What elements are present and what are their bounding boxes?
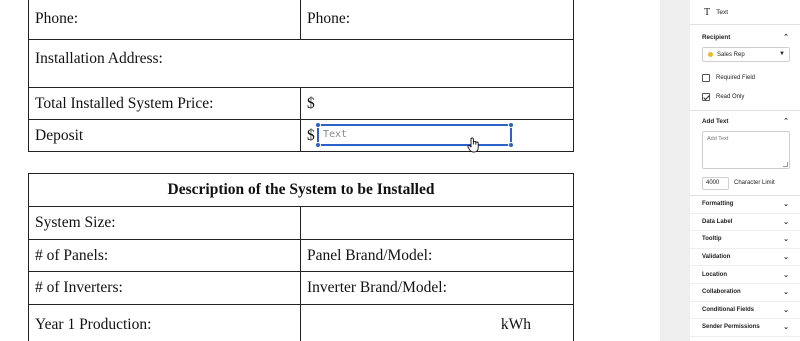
section-data-label[interactable]: Data Label ⌄ — [690, 214, 800, 232]
chevron-down-icon: ⌄ — [783, 271, 789, 279]
resize-handle[interactable] — [508, 122, 514, 128]
required-field-label: Required Field — [716, 74, 756, 81]
section-label: Data Label — [702, 218, 733, 225]
section-tooltip[interactable]: Tooltip ⌄ — [690, 231, 800, 249]
character-limit-label: Character Limit — [734, 180, 775, 186]
add-text-section-header[interactable]: Add Text ⌃ — [690, 114, 800, 128]
recipient-dropdown[interactable]: Sales Rep ▼ — [702, 47, 790, 62]
section-validation[interactable]: Validation ⌄ — [690, 249, 800, 267]
section-conditional-fields[interactable]: Conditional Fields ⌄ — [690, 302, 800, 320]
text-field-selected[interactable]: Text — [315, 122, 514, 148]
field-type-label: Text — [716, 8, 729, 16]
hand-cursor-icon — [467, 137, 479, 153]
phone-label-right: Phone: — [307, 10, 351, 27]
section-label: Tooltip — [702, 236, 722, 243]
required-field-option[interactable]: Required Field — [690, 68, 800, 87]
section-label: Formatting — [702, 201, 734, 208]
text-field-placeholder: Text — [323, 129, 348, 140]
total-price-currency: $ — [307, 94, 315, 112]
table-row: Phone: Phone: — [29, 0, 573, 39]
table-row: # of Inverters: Inverter Brand/Model: — [29, 271, 573, 304]
table-row: # of Panels: Panel Brand/Model: — [29, 239, 573, 271]
resize-handle[interactable] — [315, 122, 321, 128]
system-size-value — [301, 207, 573, 239]
resize-handle[interactable] — [508, 142, 514, 148]
collapsed-sections-list: Formatting ⌄ Data Label ⌄ Tooltip ⌄ Validation… — [690, 196, 800, 337]
system-description-table: Description of the System to be Installe… — [28, 173, 574, 341]
read-only-option[interactable]: Read Only — [690, 87, 800, 106]
section-sender-permissions[interactable]: Sender Permissions ⌄ — [690, 319, 800, 337]
table-row: Installation Address: — [29, 39, 573, 87]
chevron-down-icon: ⌄ — [783, 289, 789, 297]
resize-grip-icon[interactable] — [783, 162, 788, 167]
section-label: Collaboration — [702, 289, 741, 296]
text-field-type-icon: T — [704, 6, 711, 18]
inverter-brand-label: Inverter Brand/Model: — [307, 279, 447, 296]
kwh-unit-label: kWh — [500, 315, 531, 333]
section-formatting[interactable]: Formatting ⌄ — [690, 196, 800, 214]
chevron-down-icon: ⌄ — [783, 201, 789, 209]
chevron-down-icon: ⌄ — [783, 254, 789, 262]
recipient-color-dot — [708, 52, 713, 57]
add-text-heading: Add Text — [702, 117, 729, 125]
add-text-section: Add Text ⌃ Add Text 4000 Character Limit — [690, 111, 800, 191]
panel-gutter — [660, 0, 690, 341]
panel-brand-label: Panel Brand/Model: — [307, 246, 433, 264]
chevron-down-icon: ⌄ — [783, 218, 789, 226]
table-row: System Size: — [29, 206, 573, 239]
document-canvas[interactable]: Phone: Phone: Installation Address: Tota… — [0, 0, 660, 341]
section-label: Location — [702, 271, 727, 278]
table-row: Year 1 Production: kWh — [29, 304, 573, 341]
chevron-down-icon: ⌄ — [783, 324, 789, 332]
installation-address-label: Installation Address: — [35, 50, 163, 67]
character-limit-input[interactable]: 4000 — [702, 176, 729, 190]
section-label: Sender Permissions — [702, 324, 760, 331]
deposit-label: Deposit — [29, 120, 301, 151]
chevron-up-icon: ⌃ — [783, 34, 789, 41]
system-table-title: Description of the System to be Installe… — [167, 181, 435, 198]
add-text-placeholder: Add Text — [707, 136, 729, 142]
required-field-checkbox[interactable] — [702, 73, 710, 82]
year1-production-label: Year 1 Production: — [29, 305, 301, 341]
phone-label-left: Phone: — [29, 0, 301, 39]
recipient-value: Sales Rep — [717, 51, 745, 58]
section-collaboration[interactable]: Collaboration ⌄ — [690, 284, 800, 302]
chevron-down-icon: ⌄ — [783, 236, 789, 244]
section-location[interactable]: Location ⌄ — [690, 266, 800, 284]
table-row: Description of the System to be Installe… — [29, 174, 573, 206]
recipient-heading: Recipient — [702, 33, 731, 41]
section-label: Validation — [702, 254, 731, 261]
num-inverters-label: # of Inverters: — [29, 272, 301, 304]
recipient-section-header[interactable]: Recipient ⌃ — [690, 30, 800, 44]
resize-handle[interactable] — [315, 142, 321, 148]
chevron-up-icon: ⌃ — [783, 118, 789, 125]
section-label: Conditional Fields — [702, 306, 754, 313]
total-price-label: Total Installed System Price: — [29, 88, 301, 119]
field-properties-panel: T Text Recipient ⌃ Sales Rep ▼ Required … — [690, 0, 800, 341]
character-limit-row: 4000 Character Limit — [690, 175, 800, 191]
table-row: Total Installed System Price: $ — [29, 87, 573, 119]
system-size-label: System Size: — [29, 207, 301, 239]
chevron-down-icon: ⌄ — [783, 306, 789, 314]
add-text-textarea[interactable]: Add Text — [702, 131, 790, 169]
read-only-checkbox[interactable] — [702, 92, 710, 101]
read-only-label: Read Only — [716, 93, 745, 100]
recipient-section: Recipient ⌃ Sales Rep ▼ Required Field R… — [690, 25, 800, 106]
field-type-header: T Text — [690, 0, 800, 25]
num-panels-label: # of Panels: — [29, 240, 301, 271]
caret-down-icon: ▼ — [779, 51, 785, 57]
